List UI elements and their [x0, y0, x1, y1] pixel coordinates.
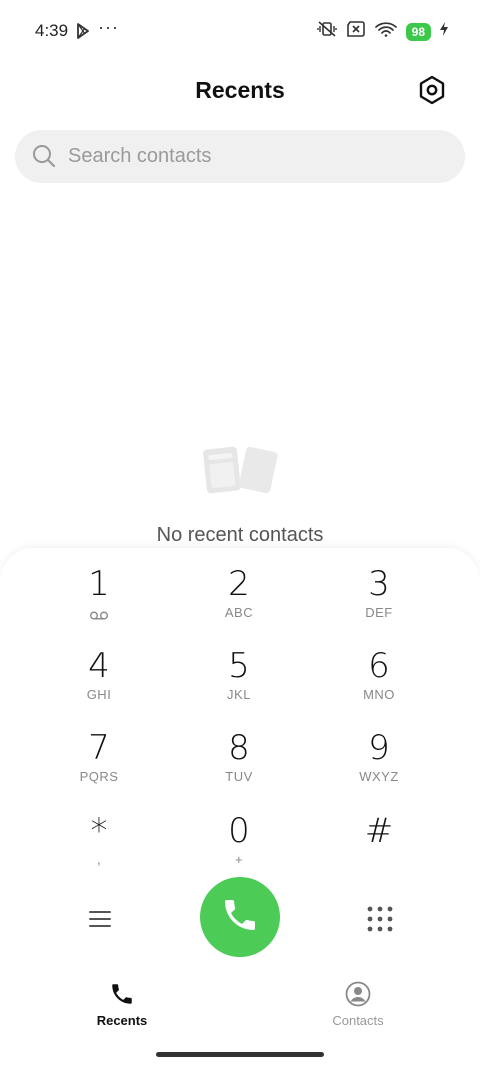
- status-bar: 4:39 ··· 98: [0, 0, 480, 62]
- wifi-icon: [374, 21, 397, 42]
- dialpad-key-4[interactable]: 4 GHI: [29, 647, 169, 717]
- key-digit: 5: [228, 646, 250, 686]
- status-icons: 98: [316, 20, 448, 43]
- key-letters: ABC: [224, 605, 254, 620]
- more-notifications-icon: ···: [98, 17, 119, 37]
- key-letters: PQRS: [79, 769, 119, 784]
- dialpad-key-1[interactable]: 1: [29, 565, 169, 635]
- voicemail-icon: [29, 607, 169, 625]
- page-title: Recents: [195, 77, 285, 103]
- phone-icon: [52, 975, 192, 1009]
- dialpad-key-6[interactable]: 6 MNO: [309, 647, 449, 717]
- key-letters: MNO: [363, 687, 395, 702]
- tab-label: Recents: [96, 1013, 148, 1028]
- key-digit: #: [364, 811, 394, 851]
- key-digit: 4: [88, 646, 110, 686]
- home-indicator[interactable]: [156, 1052, 324, 1057]
- search-input[interactable]: [68, 130, 448, 183]
- battery-indicator: 98: [405, 22, 431, 41]
- phone-icon: [220, 895, 260, 940]
- key-digit: 8: [228, 728, 250, 768]
- hide-dialpad-button[interactable]: [366, 905, 394, 933]
- contacts-icon: [288, 975, 428, 1009]
- dialpad-key-2[interactable]: 2 ABC: [169, 565, 309, 635]
- key-digit: 2: [228, 564, 250, 604]
- empty-recents-illustration: [202, 445, 278, 497]
- no-sim-icon: [346, 21, 366, 42]
- tab-contacts[interactable]: Contacts: [288, 975, 428, 1028]
- dialpad-key-8[interactable]: 8 TUV: [169, 729, 309, 799]
- key-letters: TUV: [225, 769, 253, 784]
- tab-label: Contacts: [332, 1013, 384, 1028]
- dialpad-icon: [366, 906, 394, 937]
- key-digit: 0: [228, 811, 250, 851]
- dialpad-key-hash[interactable]: #: [309, 812, 449, 882]
- status-time: 4:39: [35, 21, 69, 40]
- play-store-icon: [76, 23, 90, 44]
- dialpad-key-star[interactable]: * ,: [29, 812, 169, 882]
- dialpad-key-5[interactable]: 5 JKL: [169, 647, 309, 717]
- menu-icon: [88, 911, 112, 935]
- key-letters: JKL: [227, 687, 251, 702]
- dialpad-key-9[interactable]: 9 WXYZ: [309, 729, 449, 799]
- empty-state-message: No recent contacts: [156, 524, 324, 546]
- dialpad-key-7[interactable]: 7 PQRS: [29, 729, 169, 799]
- key-letters: ,: [96, 852, 102, 867]
- key-digit: 6: [368, 646, 390, 686]
- charging-icon: [440, 22, 448, 41]
- key-digit: 3: [368, 564, 390, 604]
- key-digit: 1: [88, 564, 110, 604]
- dialpad-key-0[interactable]: 0 +: [169, 812, 309, 882]
- dialpad-key-3[interactable]: 3 DEF: [309, 565, 449, 635]
- search-bar[interactable]: [15, 130, 465, 183]
- menu-button[interactable]: [88, 907, 112, 931]
- tab-recents[interactable]: Recents: [52, 975, 192, 1028]
- settings-button[interactable]: [418, 75, 446, 105]
- bottom-navigation: Recents Contacts: [0, 975, 480, 1045]
- key-letters: +: [234, 852, 244, 867]
- key-letters: WXYZ: [359, 769, 399, 784]
- key-digit: 7: [88, 728, 110, 768]
- search-icon: [32, 144, 56, 173]
- key-letters: GHI: [86, 687, 112, 702]
- key-letters: DEF: [365, 605, 393, 620]
- mute-vibrate-icon: [316, 20, 337, 43]
- key-digit: *: [90, 811, 108, 851]
- settings-icon: [418, 75, 446, 109]
- key-digit: 9: [368, 728, 390, 768]
- call-button[interactable]: [200, 877, 280, 957]
